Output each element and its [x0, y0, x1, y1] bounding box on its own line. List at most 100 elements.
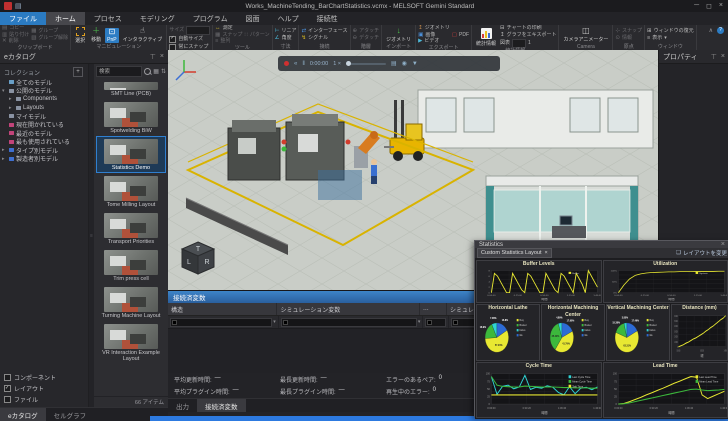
chart-lead-time[interactable]: Lead Time 0 25 50 75 100 0:00:00 0:33:20 1:06:40… — [602, 362, 728, 418]
chart-count-field[interactable]: 図表 1 — [500, 39, 556, 48]
model-thumbnail[interactable]: Transport Priorities — [96, 210, 166, 247]
tree-item-models-by-manufacturer[interactable]: ▸ 製造者別モデル — [2, 155, 88, 163]
filter-files-checkbox[interactable]: ファイル — [4, 395, 86, 404]
export-pdf-button[interactable]: ▢ PDF — [452, 32, 469, 39]
chart-horizontal-lathe[interactable]: Horizontal Lathe 16.8% 57.23% 18.9% 7.08% Bus… — [476, 304, 540, 361]
filter-input[interactable] — [280, 317, 417, 327]
grid-view-icon[interactable]: ▦ — [153, 68, 159, 75]
model-thumbnail-selected[interactable]: Statistics Demo — [96, 136, 166, 173]
interactive-button[interactable]: ☝ インタラクティブ — [121, 27, 165, 44]
tree-item-all-models[interactable]: 全てのモデル — [2, 78, 88, 87]
model-thumbnail[interactable]: VR Interaction Example Layout — [96, 321, 166, 364]
close-icon[interactable]: × — [721, 241, 725, 248]
tab-help[interactable]: ヘルプ — [269, 12, 308, 25]
camera-animator-button[interactable]: ◫ カメラアニメーター — [561, 27, 610, 44]
restore-windows-button[interactable]: ⊞ ウィンドウの復元 — [647, 28, 694, 35]
attach-button[interactable]: ⊕ アタッチ — [353, 28, 380, 35]
collapse-ribbon-icon[interactable]: ∧ — [709, 27, 713, 34]
minimize-button[interactable]: ─ — [694, 2, 699, 10]
search-input[interactable]: 検索 — [96, 65, 143, 77]
chart-cycle-time[interactable]: Cycle Time 0 25 50 75 100 0:00:00 0:33:20 1:06:4… — [476, 362, 602, 418]
chart-horizontal-machining-center[interactable]: Horizontal Machining Center 17.90% 41.79% 3… — [541, 304, 605, 361]
import-geometry-button[interactable]: ↓ ジオメトリ — [384, 27, 413, 44]
signal-button[interactable]: ↯ シグナル — [301, 35, 347, 42]
print-chart-button[interactable]: ⊟ チャートの印刷 — [500, 25, 556, 32]
tab-connected-variables[interactable]: 接続済変数 — [197, 399, 246, 412]
tab-connectivity[interactable]: 接続性 — [308, 12, 347, 25]
tab-file[interactable]: ファイル — [0, 12, 46, 25]
model-thumbnail[interactable]: Tome Milling Layout — [96, 173, 166, 210]
tree-item-my-models[interactable]: マイモデル — [2, 112, 88, 121]
navigation-cube[interactable]: T L R — [178, 240, 218, 276]
tab-cellgraph[interactable]: セルグラフ — [46, 408, 95, 421]
tree-item-components[interactable]: ▸ Components — [2, 95, 88, 104]
chart-vertical-machining-center[interactable]: Vertical Machining Center 17.46% 63.31% 15.… — [606, 304, 670, 361]
auto-size-checkbox[interactable]: 自動サイズ — [169, 36, 210, 43]
sort-icon[interactable]: ⇅ — [161, 68, 166, 75]
pause-icon[interactable]: ‖ — [302, 61, 304, 67]
close-icon[interactable]: × — [545, 250, 548, 256]
tree-item-recent-models[interactable]: 最近のモデル — [2, 129, 88, 138]
skip-start-icon[interactable]: « — [294, 61, 297, 67]
show-menu-button[interactable]: ≡ 表示 ▾ — [647, 35, 694, 42]
tree-item-layouts[interactable]: ▸ Layouts — [2, 104, 88, 113]
close-icon[interactable]: × — [160, 53, 164, 60]
tree-item-most-used[interactable]: 最も使用されている — [2, 138, 88, 146]
add-collection-button[interactable]: + — [73, 67, 83, 77]
tree-item-models-by-type[interactable]: ▸ タイプ別モデル — [2, 146, 88, 154]
ungroup-button[interactable]: ▧ グループ解除 — [31, 35, 68, 42]
export-geometry-button[interactable]: ↥ ジオメトリ — [418, 25, 450, 32]
tab-ecatalog[interactable]: eカタログ — [0, 408, 46, 421]
model-thumbnail[interactable]: Turning Machine Layout — [96, 284, 166, 321]
pattern-button[interactable]: ∷ パターン — [244, 32, 269, 39]
tab-drawing[interactable]: 図面 — [237, 12, 269, 25]
angle-button[interactable]: ∠ 角度 — [275, 35, 297, 42]
copy-button[interactable]: ▤ コピー — [2, 25, 29, 32]
interface-button[interactable]: ⇄ インターフェース — [301, 28, 347, 35]
origin-info-button[interactable]: ⊙ 情報 — [615, 35, 642, 42]
filter-icon[interactable]: ▾ — [273, 319, 276, 325]
select-button[interactable]: 選択 — [73, 26, 87, 44]
tab-output[interactable]: 出力 — [168, 399, 197, 412]
report-icon[interactable]: ▤ — [391, 60, 397, 67]
filter-input[interactable] — [425, 317, 447, 327]
save-icon[interactable]: ▤ — [15, 2, 22, 10]
help-icon[interactable]: ? — [717, 27, 724, 34]
linear-button[interactable]: ⊢ リニア — [275, 28, 297, 35]
pin-icon[interactable]: ⊤ — [150, 53, 156, 61]
speed-slider[interactable] — [346, 60, 386, 66]
tab-program[interactable]: プログラム — [184, 12, 237, 25]
filter-icon[interactable]: ▼ — [412, 61, 418, 67]
pin-icon[interactable]: ⊤ — [711, 53, 717, 61]
pnp-button[interactable]: ⊡ PnP — [105, 27, 119, 43]
statistics-layout-tab[interactable]: Custom Statistics Layout × — [477, 248, 552, 258]
measure-button[interactable]: ↔ 測定 — [215, 25, 242, 32]
camera-icon[interactable]: ◉ — [402, 60, 407, 67]
chart-distance[interactable]: Distance (mm) 0 10 000 20 000 30 000 40 000 50… — [671, 304, 728, 361]
export-graph-button[interactable]: ↥ グラフをエキスポート — [500, 32, 556, 39]
close-icon[interactable]: × — [721, 53, 725, 60]
group-button[interactable]: ▦ グループ — [31, 29, 68, 35]
detach-button[interactable]: ⊖ デタッチ — [353, 35, 380, 42]
move-button[interactable]: ＋移動 — [89, 27, 103, 44]
change-layout-button[interactable]: ❏ レイアウトを変更 — [676, 249, 727, 257]
chart-buffer-levels[interactable]: Buffer Levels 0 2 4 6 8 0:00:00 0:25:00 0:50:00 1… — [476, 260, 602, 303]
operator[interactable] — [371, 159, 377, 184]
model-thumbnail[interactable]: Trim press cell — [96, 247, 166, 284]
tree-item-public-models[interactable]: ▾ 公開のモデル — [2, 87, 88, 95]
origin-snap-button[interactable]: ⊹ スナップ — [615, 28, 642, 35]
model-thumbnail[interactable]: SMT Line (PCB) — [96, 79, 166, 99]
tab-home[interactable]: ホーム — [46, 12, 85, 25]
filter-components-checkbox[interactable]: コンポーネント — [4, 373, 86, 382]
tree-item-currently-open[interactable]: 現在開かれている — [2, 121, 88, 129]
record-icon[interactable] — [284, 61, 289, 66]
filter-icon[interactable]: ▾ — [418, 319, 421, 325]
maximize-button[interactable]: ◻ — [706, 2, 712, 10]
tab-process[interactable]: プロセス — [85, 12, 131, 25]
statistics-button[interactable]: 統計情報 — [474, 27, 498, 47]
model-thumbnail[interactable]: Spotwelding BiW — [96, 99, 166, 136]
grid-size-field[interactable] — [186, 26, 211, 35]
tab-modeling[interactable]: モデリング — [131, 12, 184, 25]
filter-input[interactable] — [170, 317, 273, 327]
chart-utilization[interactable]: Utilization 0% 50% 100% 0:00:00 0:25:00 0:50:0… — [602, 260, 728, 303]
